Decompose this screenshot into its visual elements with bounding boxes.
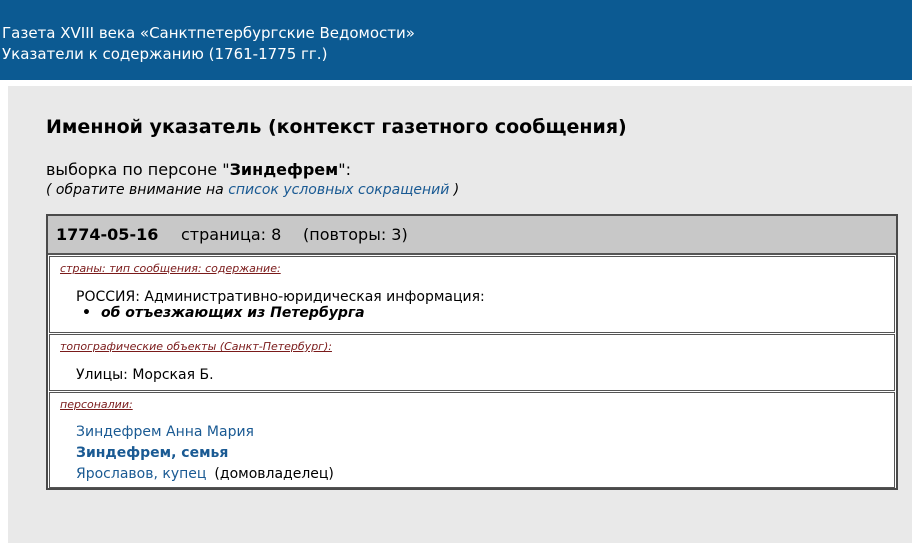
record-page: страница: 8 <box>181 225 282 244</box>
abbreviations-note: ( обратите внимание на список условных с… <box>46 182 459 198</box>
site-subtitle: Указатели к содержанию (1761-1775 гг.) <box>2 45 328 63</box>
person-link[interactable]: Зиндефрем Анна Мария <box>76 424 254 440</box>
persons-label: персоналии: <box>60 398 133 411</box>
topography-section: топографические объекты (Санкт-Петербург… <box>49 334 895 391</box>
abbreviations-link[interactable]: список условных сокращений <box>228 182 449 198</box>
countries-label: страны: тип сообщения: содержание: <box>60 262 281 275</box>
site-title: Газета XVIII века «Санктпетербургские Ве… <box>2 24 415 42</box>
person-name[interactable]: Зиндефрем, семья <box>76 445 228 461</box>
selection-line: выборка по персоне "Зиндефрем": <box>46 160 351 179</box>
content-bullet: • об отъезжающих из Петербурга <box>82 305 365 321</box>
note-prefix: ( обратите внимание на <box>46 182 229 198</box>
person-link[interactable]: Ярославов, купец (домовладелец) <box>76 466 334 482</box>
persons-section: персоналии: Зиндефрем Анна Мария Зиндефр… <box>49 392 895 488</box>
content-area: Именной указатель (контекст газетного со… <box>8 86 912 543</box>
topography-line: Улицы: Морская Б. <box>76 367 214 383</box>
record-date: 1774-05-16 <box>56 225 159 244</box>
person-role: (домовладелец) <box>214 466 334 482</box>
country-line: РОССИЯ: Административно-юридическая инфо… <box>76 289 485 305</box>
record-header: 1774-05-16 страница: 8 (повторы: 3) <box>48 216 896 255</box>
bullet-dot: • <box>82 305 91 321</box>
note-suffix: ) <box>449 182 460 198</box>
page-title: Именной указатель (контекст газетного со… <box>46 116 627 138</box>
person-name[interactable]: Ярославов, купец <box>76 466 206 482</box>
record-card: 1774-05-16 страница: 8 (повторы: 3) стра… <box>46 214 898 490</box>
selection-name: Зиндефрем <box>229 160 339 179</box>
person-link[interactable]: Зиндефрем, семья <box>76 445 228 461</box>
countries-section: страны: тип сообщения: содержание: РОССИ… <box>49 256 895 333</box>
selection-prefix: выборка по персоне " <box>46 160 230 179</box>
record-repeats: (повторы: 3) <box>303 225 408 244</box>
selection-suffix: ": <box>338 160 351 179</box>
site-header: Газета XVIII века «Санктпетербургские Ве… <box>0 0 912 80</box>
person-name[interactable]: Зиндефрем Анна Мария <box>76 424 254 440</box>
topography-label: топографические объекты (Санкт-Петербург… <box>60 340 332 353</box>
content-bullet-text: об отъезжающих из Петербурга <box>100 305 365 321</box>
